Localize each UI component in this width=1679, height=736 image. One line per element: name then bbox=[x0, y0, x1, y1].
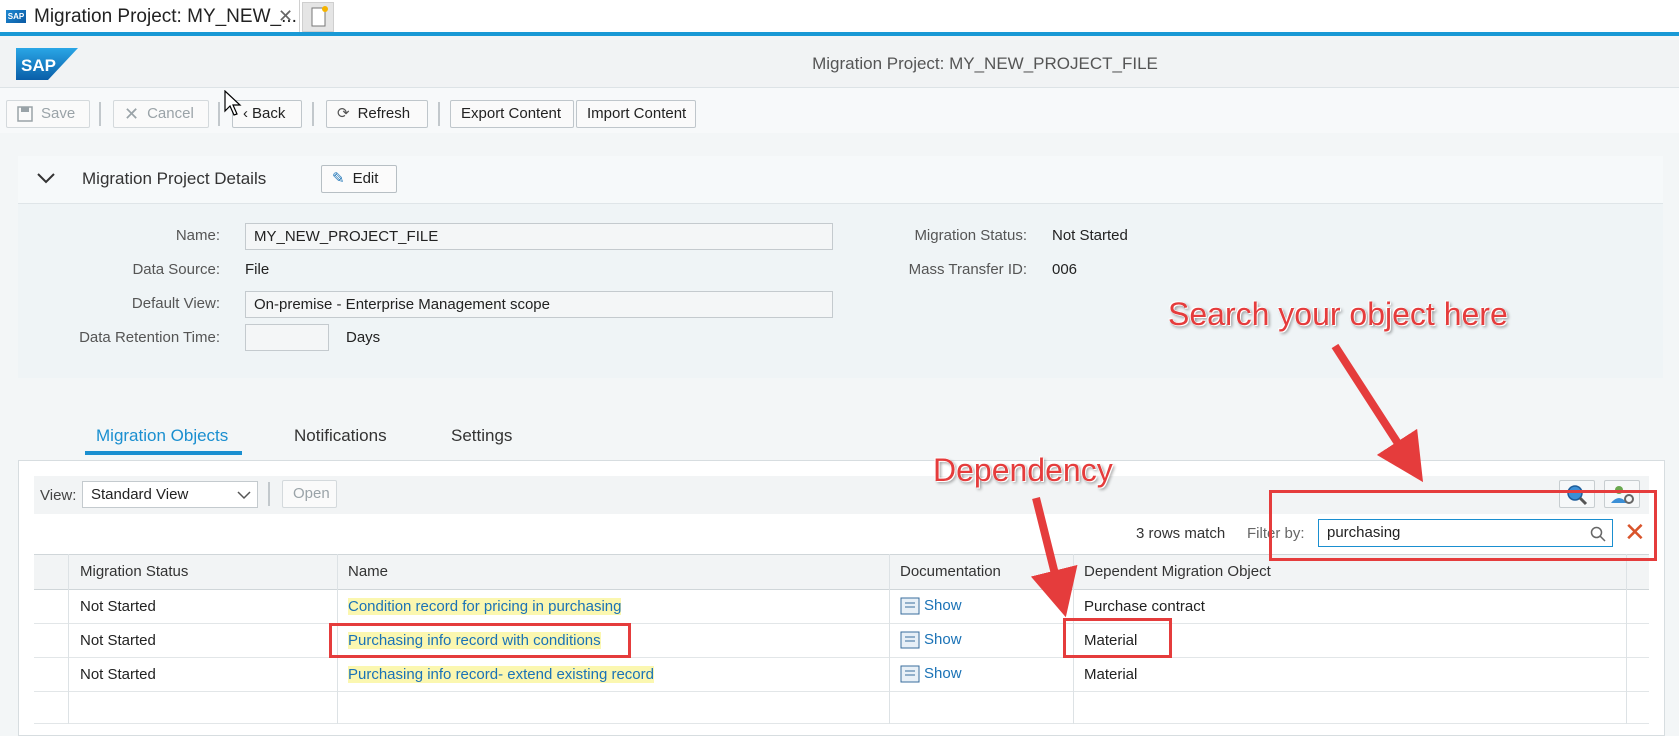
arrow-to-filter bbox=[1331, 343, 1424, 483]
annotation-arrows bbox=[1030, 343, 1424, 618]
arrow-to-dependency bbox=[1030, 497, 1078, 618]
